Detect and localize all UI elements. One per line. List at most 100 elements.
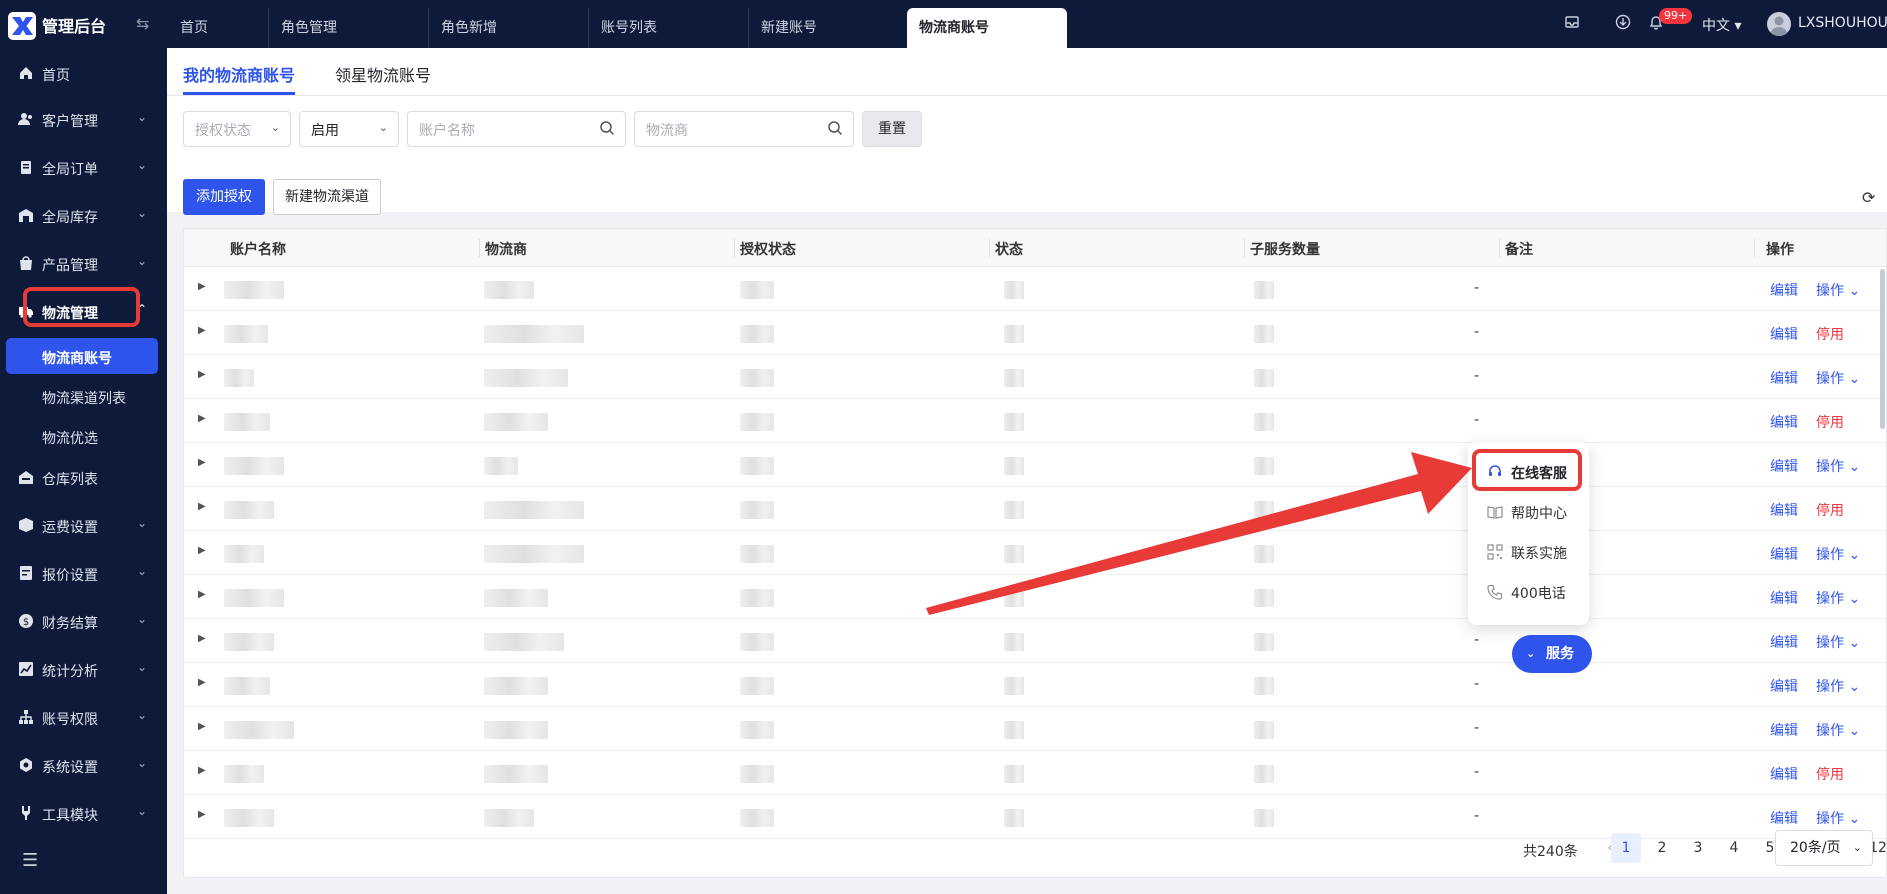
redacted-cell bbox=[1004, 413, 1024, 431]
service-button[interactable]: ⌄ 服务 bbox=[1512, 635, 1592, 673]
edit-link[interactable]: 编辑 bbox=[1770, 544, 1798, 564]
disable-link[interactable]: 停用 bbox=[1816, 764, 1844, 784]
sidebar-item-warehouses[interactable]: 仓库列表 bbox=[0, 458, 167, 498]
expand-row-icon[interactable]: ▶ bbox=[198, 809, 206, 820]
edit-link[interactable]: 编辑 bbox=[1770, 324, 1798, 344]
sidebar-item-permissions[interactable]: 账号权限 ⌄ bbox=[0, 698, 167, 738]
menu-fold-icon[interactable]: ☰ bbox=[22, 850, 38, 871]
chevron-down-icon: ⌄ bbox=[137, 708, 148, 722]
edit-link[interactable]: 编辑 bbox=[1770, 368, 1798, 388]
edit-link[interactable]: 编辑 bbox=[1770, 412, 1798, 432]
tab-role-management[interactable]: 角色管理 bbox=[268, 8, 428, 48]
main-content: 我的物流商账号 领星物流账号 授权状态 ⌄ 启用 ⌄ 账户名称 物流商 重置 添加授… bbox=[167, 48, 1887, 894]
message-icon[interactable] bbox=[1564, 14, 1580, 34]
actions-dropdown[interactable]: 操作 ⌄ bbox=[1816, 456, 1860, 476]
actions-dropdown[interactable]: 操作 ⌄ bbox=[1816, 632, 1860, 652]
expand-row-icon[interactable]: ▶ bbox=[198, 501, 206, 512]
carrier-input[interactable]: 物流商 bbox=[634, 111, 854, 147]
tab-my-carrier-accounts[interactable]: 我的物流商账号 bbox=[183, 62, 295, 86]
actions-dropdown[interactable]: 操作 ⌄ bbox=[1816, 588, 1860, 608]
sidebar-item-logistics-optimize[interactable]: 物流优选 bbox=[0, 418, 167, 456]
redacted-cell bbox=[224, 545, 264, 563]
page-button[interactable]: 4 bbox=[1719, 833, 1749, 863]
sidebar-item-analytics[interactable]: 统计分析 ⌄ bbox=[0, 650, 167, 690]
language-switcher[interactable]: 中文 ▾ bbox=[1702, 15, 1741, 35]
expand-row-icon[interactable]: ▶ bbox=[198, 457, 206, 468]
disable-link[interactable]: 停用 bbox=[1816, 324, 1844, 344]
actions-dropdown[interactable]: 操作 ⌄ bbox=[1816, 280, 1860, 300]
sidebar-item-customers[interactable]: 客户管理 ⌄ bbox=[0, 100, 167, 140]
expand-row-icon[interactable]: ▶ bbox=[198, 413, 206, 424]
collapse-tabs-icon[interactable]: ⇆ bbox=[136, 14, 149, 33]
expand-row-icon[interactable]: ▶ bbox=[198, 633, 206, 644]
actions-dropdown[interactable]: 操作 ⌄ bbox=[1816, 368, 1860, 388]
edit-link[interactable]: 编辑 bbox=[1770, 280, 1798, 300]
username[interactable]: LXSHOUHOU bbox=[1798, 15, 1887, 31]
expand-row-icon[interactable]: ▶ bbox=[198, 281, 206, 292]
sidebar-item-products[interactable]: 产品管理 ⌄ bbox=[0, 244, 167, 284]
edit-link[interactable]: 编辑 bbox=[1770, 456, 1798, 476]
redacted-cell bbox=[224, 721, 294, 739]
expand-row-icon[interactable]: ▶ bbox=[198, 545, 206, 556]
page-button[interactable]: 2 bbox=[1647, 833, 1677, 863]
page-button[interactable]: 3 bbox=[1683, 833, 1713, 863]
expand-row-icon[interactable]: ▶ bbox=[198, 325, 206, 336]
sidebar-item-shipping-fee[interactable]: 运费设置 ⌄ bbox=[0, 506, 167, 546]
help-center-item[interactable]: 帮助中心 bbox=[1468, 492, 1589, 532]
table-row: ▶ - 编辑停用 bbox=[184, 751, 1886, 795]
disable-link[interactable]: 停用 bbox=[1816, 412, 1844, 432]
reset-button[interactable]: 重置 bbox=[862, 111, 922, 147]
sidebar-item-carrier-accounts[interactable]: 物流商账号 bbox=[0, 338, 167, 376]
page-button[interactable]: 1 bbox=[1611, 833, 1641, 863]
sidebar-item-home[interactable]: 首页 bbox=[0, 54, 167, 94]
redacted-cell bbox=[740, 545, 774, 563]
redacted-cell bbox=[1004, 721, 1024, 739]
tab-home[interactable]: 首页 bbox=[168, 8, 268, 48]
sidebar-item-channel-list[interactable]: 物流渠道列表 bbox=[0, 378, 167, 416]
sidebar-item-tools[interactable]: 工具模块 ⌄ bbox=[0, 794, 167, 834]
actions-dropdown[interactable]: 操作 ⌄ bbox=[1816, 720, 1860, 740]
expand-row-icon[interactable]: ▶ bbox=[198, 765, 206, 776]
refresh-icon[interactable]: ⟳ bbox=[1862, 188, 1875, 207]
phone-400-item[interactable]: 400电话 bbox=[1468, 572, 1589, 612]
sidebar-item-system-settings[interactable]: 系统设置 ⌄ bbox=[0, 746, 167, 786]
tab-carrier-accounts[interactable]: 物流商账号 bbox=[907, 8, 1067, 48]
enabled-status-select[interactable]: 启用 ⌄ bbox=[299, 111, 399, 147]
expand-row-icon[interactable]: ▶ bbox=[198, 677, 206, 688]
contact-implementation-item[interactable]: 联系实施 bbox=[1468, 532, 1589, 572]
edit-link[interactable]: 编辑 bbox=[1770, 632, 1798, 652]
sidebar-item-inventory[interactable]: 全局库存 ⌄ bbox=[0, 196, 167, 236]
auth-status-select[interactable]: 授权状态 ⌄ bbox=[183, 111, 291, 147]
edit-link[interactable]: 编辑 bbox=[1770, 720, 1798, 740]
actions-dropdown[interactable]: 操作 ⌄ bbox=[1816, 676, 1860, 696]
sidebar-item-quotes[interactable]: 报价设置 ⌄ bbox=[0, 554, 167, 594]
expand-row-icon[interactable]: ▶ bbox=[198, 589, 206, 600]
page-size-select[interactable]: 20条/页 ⌄ bbox=[1775, 830, 1873, 866]
actions-dropdown[interactable]: 操作 ⌄ bbox=[1816, 544, 1860, 564]
add-authorization-button[interactable]: 添加授权 bbox=[183, 179, 265, 215]
tab-account-list[interactable]: 账号列表 bbox=[588, 8, 748, 48]
chevron-down-icon: ⌄ bbox=[137, 756, 148, 770]
tab-role-add[interactable]: 角色新增 bbox=[428, 8, 588, 48]
expand-row-icon[interactable]: ▶ bbox=[198, 369, 206, 380]
expand-row-icon[interactable]: ▶ bbox=[198, 721, 206, 732]
redacted-cell bbox=[484, 545, 584, 563]
account-name-input[interactable]: 账户名称 bbox=[407, 111, 626, 147]
redacted-cell bbox=[484, 369, 568, 387]
redacted-cell bbox=[740, 369, 774, 387]
tab-new-account[interactable]: 新建账号 bbox=[748, 8, 908, 48]
qrcode-icon bbox=[1487, 544, 1503, 560]
table-scrollbar[interactable] bbox=[1880, 269, 1885, 429]
tab-lingxing-logistics-accounts[interactable]: 领星物流账号 bbox=[335, 62, 431, 86]
edit-link[interactable]: 编辑 bbox=[1770, 500, 1798, 520]
download-icon[interactable] bbox=[1615, 14, 1631, 34]
sidebar-item-finance[interactable]: $ 财务结算 ⌄ bbox=[0, 602, 167, 642]
edit-link[interactable]: 编辑 bbox=[1770, 588, 1798, 608]
avatar[interactable] bbox=[1767, 12, 1791, 36]
new-channel-button[interactable]: 新建物流渠道 bbox=[273, 179, 381, 215]
disable-link[interactable]: 停用 bbox=[1816, 500, 1844, 520]
sidebar-item-orders[interactable]: 全局订单 ⌄ bbox=[0, 148, 167, 188]
edit-link[interactable]: 编辑 bbox=[1770, 764, 1798, 784]
redacted-cell bbox=[1004, 545, 1024, 563]
edit-link[interactable]: 编辑 bbox=[1770, 676, 1798, 696]
